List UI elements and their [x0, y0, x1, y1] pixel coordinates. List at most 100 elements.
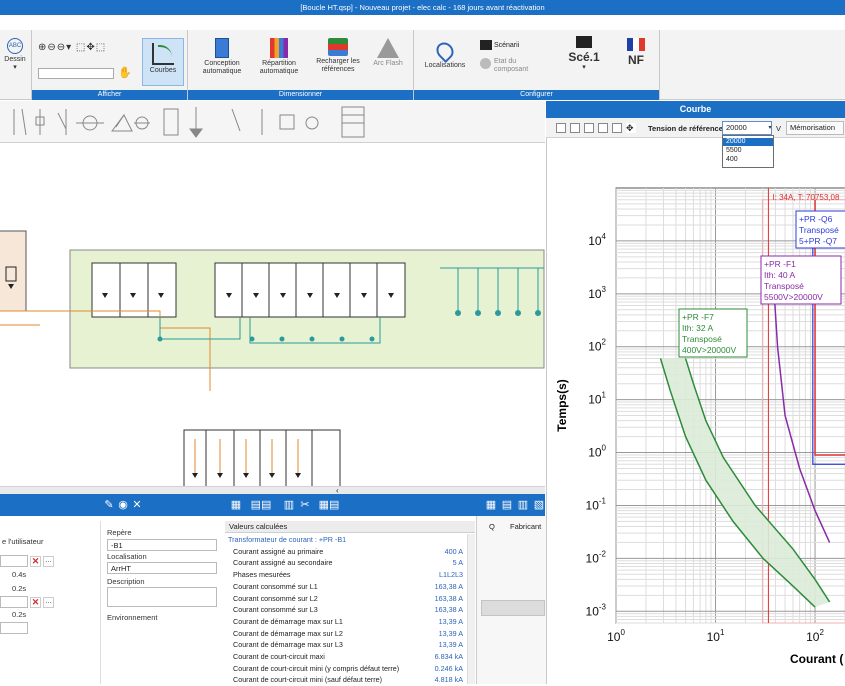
q6-annotation: +PR -Q6Transposé5+PR -Q7 — [795, 210, 845, 249]
y-tick-label: 102 — [588, 338, 606, 354]
list-item: Courant de démarrage max sur L1 13,39 A — [225, 616, 475, 628]
dessin-button[interactable]: ABC Dessin ▾ — [0, 38, 30, 72]
grid-import-icon[interactable]: ▤ — [500, 498, 514, 512]
courbes-label: Courbes — [149, 67, 177, 74]
tripping-curve-chart[interactable]: I: 34A, T: 70753,08+PR -Q6Transposé5+PR … — [546, 138, 845, 684]
grid-export2-icon[interactable]: ▧ — [532, 498, 546, 512]
repartition-label: Répartition automatique — [259, 60, 299, 75]
row-value: L1L2L3 — [439, 570, 463, 580]
select-icon[interactable] — [556, 123, 566, 133]
values-list: Transformateur de courant : +PR -B1 Cour… — [225, 534, 467, 684]
norm-selector[interactable]: NF — [618, 38, 654, 67]
menu-gap — [0, 15, 845, 30]
horizontal-scrollbar[interactable]: ‹ — [0, 486, 545, 495]
value-field-2[interactable] — [0, 622, 28, 634]
values-scrollbar[interactable] — [467, 534, 475, 684]
conception-button[interactable]: Conception automatique — [196, 38, 248, 76]
references-panel: Q Fabricant — [476, 516, 546, 684]
tools-icon[interactable]: ✕ — [130, 498, 144, 512]
delete-icon[interactable]: ✕ — [30, 556, 41, 567]
localisation-input[interactable]: ArrHT — [107, 562, 217, 574]
scenarii-button[interactable]: Scénarii — [480, 40, 519, 50]
chart-grid — [615, 187, 845, 624]
scenario-value: Scé.1 — [568, 50, 600, 64]
user-field[interactable] — [0, 555, 28, 567]
arcflash-button[interactable]: Arc Flash — [368, 38, 408, 68]
french-flag-icon — [627, 38, 645, 51]
row-key: Courant de court-circuit mini (sauf défa… — [233, 675, 383, 685]
row-key: Courant consommé sur L1 — [233, 581, 318, 591]
location-icon[interactable]: ◉ — [116, 498, 130, 512]
grid-export-icon[interactable]: ▦ — [484, 498, 498, 512]
row-key: Courant assigné au secondaire — [233, 558, 333, 568]
identity-panel: Repère -B1 Localisation ArrHT Descriptio… — [100, 521, 222, 684]
row-key: Courant assigné au primaire — [233, 546, 324, 556]
memorisation-button[interactable]: Mémorisation — [786, 121, 844, 135]
grid-settings-icon[interactable]: ▥ — [516, 498, 530, 512]
reference-voltage-select[interactable]: 20000 — [722, 121, 772, 135]
report-icon[interactable]: ▤▤ — [246, 498, 276, 512]
row-value: 13,39 A — [438, 640, 463, 650]
ribbon-group-configurer: Localisations Scénarii Etat du composant… — [414, 30, 660, 100]
table-view-icon[interactable]: ▦ — [229, 498, 243, 512]
expand-icon[interactable] — [612, 123, 622, 133]
localisations-button[interactable]: Localisations — [420, 38, 470, 70]
y-tick-exponent: 1 — [602, 391, 607, 400]
f7-annotation-line: Transposé — [682, 334, 722, 344]
chevron-down-icon[interactable]: ▾ — [766, 122, 774, 134]
chart-icon[interactable]: ▥ — [282, 498, 296, 512]
symbol-palette-icons[interactable] — [0, 101, 545, 143]
arcflash-label: Arc Flash — [373, 60, 403, 67]
chevron-down-icon: ▾ — [13, 64, 17, 71]
pan-hand-icon[interactable]: ✋ — [118, 66, 132, 79]
repere-input[interactable]: -B1 — [107, 539, 217, 551]
map-pin-icon — [432, 38, 458, 64]
y-tick-exponent: -3 — [599, 602, 607, 611]
courbes-button[interactable]: Courbes — [142, 38, 184, 86]
value-field[interactable] — [0, 596, 28, 608]
courbes-icon — [152, 43, 174, 65]
schema-canvas[interactable] — [0, 143, 545, 493]
description-input[interactable] — [107, 587, 217, 607]
conception-label: Conception automatique — [202, 60, 242, 75]
layout-icon[interactable]: ▦▤ — [314, 498, 344, 512]
zoom-tools[interactable]: ⊕⊖⊖▾ ⬚✥⬚ — [38, 42, 106, 53]
repartition-button[interactable]: Répartition automatique — [252, 38, 306, 76]
row-value: 163,38 A — [434, 593, 463, 603]
value-1: 0.4s — [12, 570, 27, 579]
list-item: Courant consommé sur L3 163,38 A — [225, 604, 475, 616]
more-button[interactable]: … — [43, 597, 54, 608]
fit-icon[interactable] — [598, 123, 608, 133]
single-line-diagram[interactable] — [0, 143, 545, 493]
edit-icon[interactable]: ✎ — [102, 498, 116, 512]
zoom-icon[interactable] — [570, 123, 580, 133]
y-tick-label: 103 — [588, 285, 606, 301]
warning-icon — [377, 38, 399, 58]
cut-icon[interactable]: ✂ — [298, 498, 312, 512]
list-item: Courant de démarrage max sur L3 13,39 A — [225, 639, 475, 651]
reference-row[interactable] — [481, 600, 545, 616]
more-button[interactable]: … — [43, 556, 54, 567]
x-tick-exponent: 1 — [720, 628, 725, 637]
y-tick-label: 100 — [588, 444, 606, 460]
q6-annotation-line: 5+PR -Q7 — [799, 236, 837, 246]
scenario-selector[interactable]: Scé.1 ▾ — [560, 36, 608, 72]
recharger-button[interactable]: Recharger les références — [310, 38, 366, 74]
y-tick-exponent: 0 — [602, 444, 607, 453]
curve-title: Courbe — [546, 101, 845, 118]
zoom-input[interactable] — [38, 68, 114, 79]
environnement-label: Environnement — [107, 613, 158, 622]
delete-icon[interactable]: ✕ — [30, 597, 41, 608]
col-q-header: Q — [489, 522, 495, 531]
y-tick-label: 10-2 — [586, 549, 607, 565]
etat-button[interactable]: Etat du composant — [480, 58, 540, 74]
list-item: Courant de court-circuit mini (sauf défa… — [225, 674, 475, 686]
zoom-out-icon[interactable] — [584, 123, 594, 133]
row-value: 400 A — [444, 546, 463, 556]
list-item: Courant de court-circuit maxi 6.834 kA — [225, 651, 475, 663]
norm-value: NF — [628, 53, 644, 67]
y-tick-exponent: 3 — [602, 285, 607, 294]
y-tick-label: 104 — [588, 232, 606, 248]
chevron-down-icon: ▾ — [582, 64, 586, 71]
move-icon[interactable]: ✥ — [626, 123, 636, 133]
